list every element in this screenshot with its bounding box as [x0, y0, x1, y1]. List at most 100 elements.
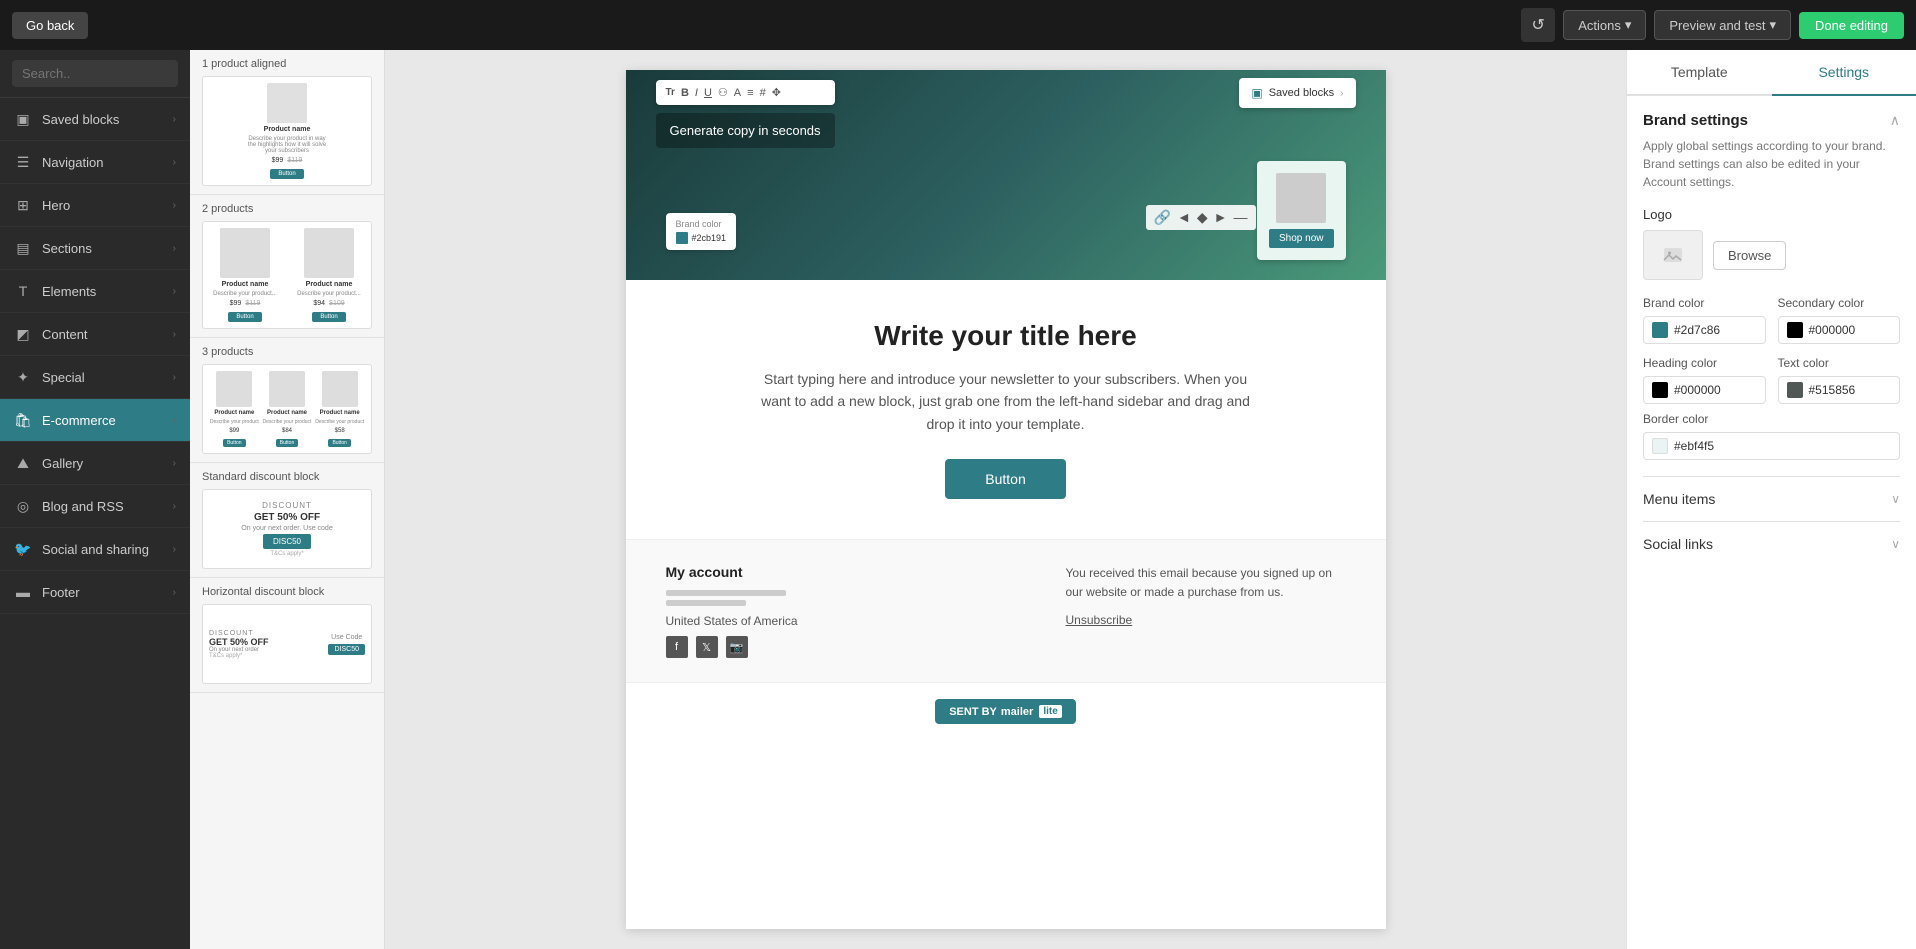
sidebar-item-ecommerce[interactable]: 🛍 E-commerce › [0, 399, 190, 442]
search-input[interactable] [12, 60, 178, 87]
sidebar-label-ecommerce: E-commerce [42, 413, 116, 428]
canvas-area: Tr B I U ⚇ A ≡ # ✥ Generate copy in seco… [385, 50, 1626, 949]
collapse-icon[interactable]: ∧ [1890, 112, 1900, 129]
search-box [0, 50, 190, 98]
toolbar-move-icon: ✥ [772, 86, 781, 99]
chevron-icon: › [173, 286, 176, 297]
accordion-menu-items-header[interactable]: Menu items ∨ [1643, 491, 1900, 507]
navigation-icon: ☰ [14, 153, 32, 171]
block-item-horizontal-discount[interactable]: Horizontal discount block DISCOUNT GET 5… [190, 578, 384, 693]
block-panel: 1 product aligned Product name Describe … [190, 50, 385, 949]
topbar: Go back ↺ Actions ▾ Preview and test ▾ D… [0, 0, 1916, 50]
secondary-color-swatch-row[interactable]: #000000 [1778, 316, 1901, 344]
block-thumbnail-2-products: Product name Describe your product... $9… [202, 221, 372, 329]
sidebar-item-special[interactable]: ✦ Special › [0, 356, 190, 399]
toolbar-link-icon: ⚇ [718, 86, 728, 99]
logo-label: Logo [1643, 207, 1900, 222]
block-item-standard-discount[interactable]: Standard discount block DISCOUNT GET 50%… [190, 463, 384, 578]
facebook-icon: f [666, 636, 688, 658]
footer-account-title: My account [666, 564, 798, 580]
email-canvas: Tr B I U ⚇ A ≡ # ✥ Generate copy in seco… [626, 70, 1386, 929]
blog-rss-icon: ◎ [14, 497, 32, 515]
sidebar-item-saved-blocks[interactable]: ▣ Saved blocks › [0, 98, 190, 141]
sidebar-item-navigation[interactable]: ☰ Navigation › [0, 141, 190, 184]
sidebar-label-content: Content [42, 327, 88, 342]
toolbar-bold-icon: B [681, 87, 689, 99]
canvas-body-text: Start typing here and introduce your new… [756, 368, 1256, 435]
heading-color-swatch-row[interactable]: #000000 [1643, 376, 1766, 404]
right-content: Brand settings ∧ Apply global settings a… [1627, 96, 1916, 582]
sidebar-item-blog-rss[interactable]: ◎ Blog and RSS › [0, 485, 190, 528]
footer-social-icons: f 𝕏 📷 [666, 636, 798, 658]
social-links-title: Social links [1643, 536, 1713, 552]
sidebar-label-blog-rss: Blog and RSS [42, 499, 124, 514]
footer-address-bar2 [666, 600, 746, 606]
sidebar-label-gallery: Gallery [42, 456, 83, 471]
accordion-social-links: Social links ∨ [1643, 521, 1900, 566]
logo-placeholder [1643, 230, 1703, 280]
sent-by-label: SENT BY [949, 706, 997, 718]
brand-color-label: Brand color [1643, 296, 1766, 310]
toolbar-hash-icon: # [760, 87, 766, 99]
chevron-icon: › [173, 114, 176, 125]
heading-color-item: Heading color #000000 [1643, 356, 1766, 404]
heading-color-swatch [1652, 382, 1668, 398]
canvas-button[interactable]: Button [945, 459, 1065, 499]
tab-template[interactable]: Template [1627, 50, 1772, 94]
edit-align-right-icon: ► [1214, 209, 1228, 226]
canvas-title: Write your title here [686, 320, 1326, 352]
preview-button[interactable]: Preview and test ▾ [1654, 10, 1791, 40]
chevron-icon: › [173, 157, 176, 168]
footer-email-text: You received this email because you sign… [1066, 564, 1346, 602]
edit-link-icon: 🔗 [1154, 209, 1171, 226]
sidebar-item-sections[interactable]: ▤ Sections › [0, 227, 190, 270]
sidebar-item-social[interactable]: 🐦 Social and sharing › [0, 528, 190, 571]
sidebar-item-content[interactable]: ◩ Content › [0, 313, 190, 356]
product-preview-card: Shop now [1257, 161, 1345, 260]
text-color-swatch-row[interactable]: #515856 [1778, 376, 1901, 404]
unsubscribe-link[interactable]: Unsubscribe [1066, 611, 1346, 630]
sidebar-label-special: Special [42, 370, 85, 385]
actions-button[interactable]: Actions ▾ [1563, 10, 1646, 40]
sidebar-item-gallery[interactable]: ⛰ Gallery › [0, 442, 190, 485]
brand-settings-header: Brand settings ∧ [1643, 112, 1900, 129]
tab-settings[interactable]: Settings [1772, 50, 1916, 96]
done-editing-button[interactable]: Done editing [1799, 12, 1904, 39]
chevron-icon: › [173, 200, 176, 211]
brand-settings-description: Apply global settings according to your … [1643, 137, 1900, 191]
browse-button[interactable]: Browse [1713, 241, 1786, 270]
social-icon: 🐦 [14, 540, 32, 558]
sidebar-item-elements[interactable]: T Elements › [0, 270, 190, 313]
hero-icon: ⊞ [14, 196, 32, 214]
secondary-color-swatch [1787, 322, 1803, 338]
actions-label: Actions [1578, 18, 1621, 33]
block-thumbnail-standard-discount: DISCOUNT GET 50% OFF On your next order.… [202, 489, 372, 569]
color-grid: Brand color #2d7c86 Secondary color #000… [1643, 296, 1900, 404]
history-button[interactable]: ↺ [1521, 8, 1555, 42]
border-color-swatch-row[interactable]: #ebf4f5 [1643, 432, 1900, 460]
toolbar-italic-icon: I [695, 87, 698, 99]
menu-items-title: Menu items [1643, 491, 1715, 507]
ecommerce-icon: 🛍 [14, 411, 32, 429]
accordion-social-links-header[interactable]: Social links ∨ [1643, 536, 1900, 552]
chevron-icon: › [173, 501, 176, 512]
block-item-1-product[interactable]: 1 product aligned Product name Describe … [190, 50, 384, 195]
brand-color-swatch [1652, 322, 1668, 338]
menu-items-chevron-icon: ∨ [1891, 492, 1900, 506]
social-links-chevron-icon: ∨ [1891, 537, 1900, 551]
chevron-icon: › [173, 544, 176, 555]
twitter-icon: 𝕏 [696, 636, 718, 658]
sidebar-item-hero[interactable]: ⊞ Hero › [0, 184, 190, 227]
brand-color-swatch-row[interactable]: #2d7c86 [1643, 316, 1766, 344]
sidebar-label-footer: Footer [42, 585, 80, 600]
sidebar-item-footer[interactable]: ▬ Footer › [0, 571, 190, 614]
right-tabs: Template Settings [1627, 50, 1916, 96]
canvas-hero: Tr B I U ⚇ A ≡ # ✥ Generate copy in seco… [626, 70, 1386, 280]
elements-icon: T [14, 282, 32, 300]
logo-row: Browse [1643, 230, 1900, 280]
border-color-value: #ebf4f5 [1674, 439, 1714, 453]
go-back-button[interactable]: Go back [12, 12, 88, 39]
block-item-2-products[interactable]: 2 products Product name Describe your pr… [190, 195, 384, 338]
sidebar-label-hero: Hero [42, 198, 70, 213]
block-item-3-products[interactable]: 3 products Product name Describe your pr… [190, 338, 384, 463]
